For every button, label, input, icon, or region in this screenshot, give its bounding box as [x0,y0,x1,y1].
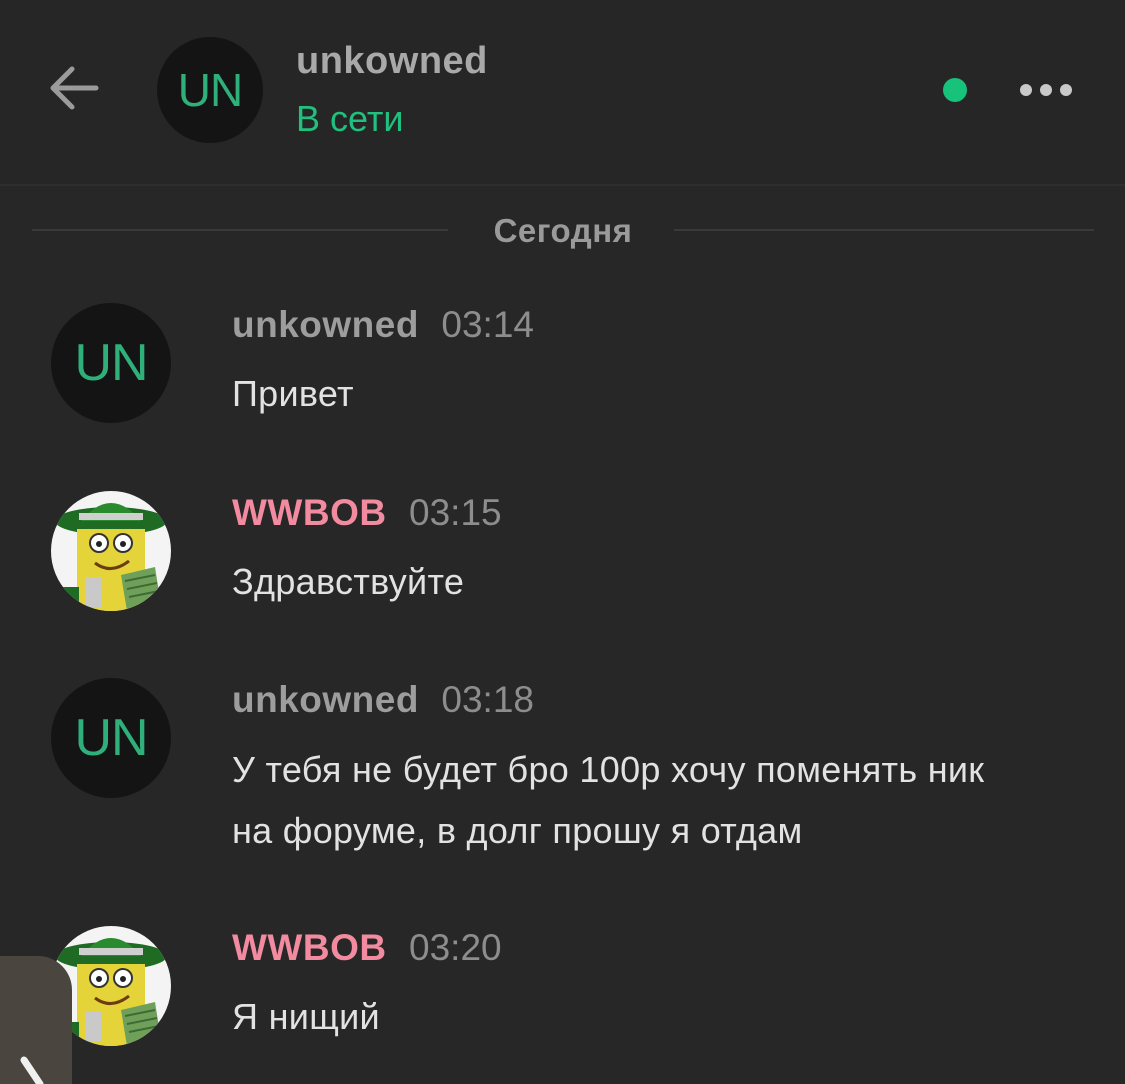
arrow-left-icon [50,66,99,110]
more-options-icon [1020,84,1032,96]
more-dot [1060,84,1072,96]
message-time: 03:20 [409,927,502,968]
message-text: Я нищий [232,996,380,1037]
more-dot [1040,84,1052,96]
message-time: 03:18 [441,679,534,720]
message-meta: unkowned 03:14 [232,304,534,346]
message-time: 03:14 [441,304,534,345]
spongebob-gangster-avatar-icon [51,491,171,611]
more-options-button[interactable] [1004,66,1088,114]
date-label: Сегодня [493,212,633,249]
message-text: Привет [232,373,354,414]
divider-line [674,229,1094,231]
date-divider: Сегодня [32,204,1094,256]
message-author[interactable]: WWBOB [232,927,387,968]
message-time: 03:15 [409,492,502,533]
online-indicator [943,78,967,102]
avatar[interactable] [51,491,171,611]
message-meta: WWBOB 03:15 [232,492,502,534]
message-meta: unkowned 03:18 [232,679,534,721]
avatar[interactable]: UN [51,303,171,423]
contact-status: В сети [296,98,404,139]
contact-name[interactable]: unkowned [296,40,488,83]
chat-header: UN unkowned В сети [0,0,1125,186]
message-meta: WWBOB 03:20 [232,927,502,969]
header-avatar[interactable]: UN [157,37,263,143]
floating-thumbnail[interactable] [0,956,72,1084]
message-author[interactable]: unkowned [232,304,419,345]
thumbnail-stroke-icon [20,1056,44,1084]
message-author[interactable]: unkowned [232,679,419,720]
back-button[interactable] [40,54,108,122]
message-text: Здравствуйте [232,561,465,602]
message-text: У тебя не будет бро 100р хочу поменять н… [232,749,985,851]
avatar[interactable]: UN [51,678,171,798]
message-author[interactable]: WWBOB [232,492,387,533]
